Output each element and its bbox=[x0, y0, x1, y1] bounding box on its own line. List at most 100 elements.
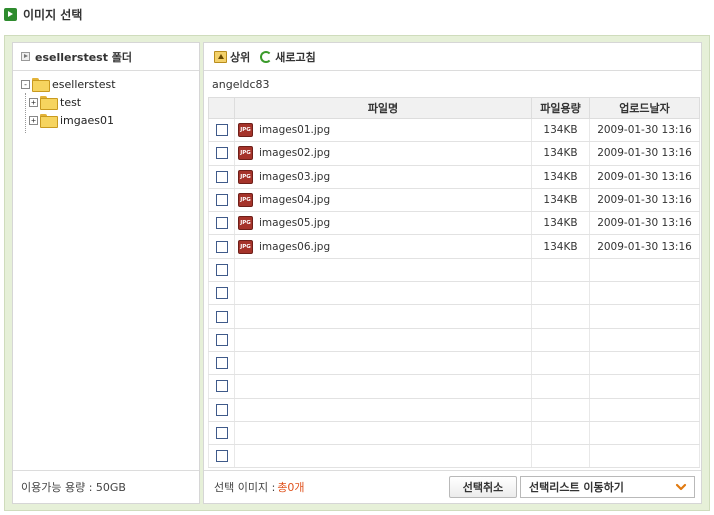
jpg-file-icon: JPG bbox=[238, 123, 253, 138]
folder-icon bbox=[40, 114, 58, 128]
row-checkbox[interactable] bbox=[215, 240, 228, 253]
table-row[interactable]: JPG images02.jpg 134KB 2009-01-30 13:16 bbox=[208, 141, 700, 166]
filesize-cell: 134KB bbox=[531, 141, 590, 166]
tree-item-esellerstest[interactable]: - esellerstest bbox=[13, 75, 199, 93]
folder-panel-title: esellerstest 폴더 bbox=[35, 50, 133, 64]
upload-date-cell: 2009-01-30 13:16 bbox=[589, 118, 700, 143]
jpg-file-icon: JPG bbox=[238, 216, 253, 231]
filename-text[interactable]: images03.jpg bbox=[259, 171, 330, 183]
filename-cell bbox=[234, 328, 532, 352]
upload-date-cell: 2009-01-30 13:16 bbox=[589, 141, 700, 166]
filename-text[interactable]: images01.jpg bbox=[259, 124, 330, 136]
header-upload-date[interactable]: 업로드날자 bbox=[589, 97, 700, 119]
tree-item-imgaes01[interactable]: + imgaes01 bbox=[13, 111, 199, 129]
table-row[interactable] bbox=[208, 281, 700, 306]
table-row[interactable] bbox=[208, 421, 700, 446]
filename-wrap: JPG images03.jpg bbox=[235, 169, 531, 184]
filename-cell bbox=[234, 304, 532, 329]
filename-wrap: JPG images01.jpg bbox=[235, 123, 531, 138]
selection-list-dropdown[interactable]: 선택리스트 이동하기 bbox=[520, 476, 695, 498]
table-row[interactable] bbox=[208, 304, 700, 329]
expand-icon[interactable]: + bbox=[29, 115, 38, 125]
row-checkbox-cell bbox=[208, 141, 235, 166]
row-checkbox[interactable] bbox=[215, 263, 228, 276]
filesize-cell: 134KB bbox=[531, 211, 590, 236]
header-filename[interactable]: 파일명 bbox=[234, 97, 532, 119]
header-filesize[interactable]: 파일용량 bbox=[531, 97, 590, 119]
row-checkbox[interactable] bbox=[215, 450, 228, 463]
up-button[interactable]: 상위 bbox=[214, 49, 250, 65]
table-row[interactable]: JPG images01.jpg 134KB 2009-01-30 13:16 bbox=[208, 118, 700, 143]
row-checkbox-cell bbox=[208, 328, 235, 352]
row-checkbox[interactable] bbox=[215, 357, 228, 370]
table-row[interactable] bbox=[208, 328, 700, 352]
row-checkbox[interactable] bbox=[215, 170, 228, 183]
table-row[interactable]: JPG images06.jpg 134KB 2009-01-30 13:16 bbox=[208, 234, 700, 259]
table-row[interactable] bbox=[208, 351, 700, 376]
filename-cell: JPG images01.jpg bbox=[234, 118, 532, 143]
filesize-cell: 134KB bbox=[531, 188, 590, 213]
file-panel: 상위 새로고침 angeldc83 파일명 파일용량 업로드날자 JPG imag… bbox=[203, 42, 702, 504]
upload-date-cell: 2009-01-30 13:16 bbox=[589, 234, 700, 259]
jpg-file-icon: JPG bbox=[238, 193, 253, 208]
title-arrow-icon bbox=[4, 7, 17, 21]
filesize-cell bbox=[531, 328, 590, 352]
row-checkbox-cell bbox=[208, 374, 235, 399]
chevron-down-icon bbox=[675, 483, 687, 491]
cancel-selection-button[interactable]: 선택취소 bbox=[449, 476, 517, 498]
tree-item-label[interactable]: esellerstest bbox=[52, 78, 116, 91]
row-checkbox-cell bbox=[208, 234, 235, 259]
filename-text[interactable]: images06.jpg bbox=[259, 241, 330, 253]
upload-date-cell bbox=[589, 351, 700, 376]
expand-icon[interactable]: + bbox=[29, 97, 38, 107]
table-row[interactable] bbox=[208, 444, 700, 469]
row-checkbox[interactable] bbox=[215, 287, 228, 300]
row-checkbox-cell bbox=[208, 188, 235, 213]
collapse-icon[interactable]: - bbox=[21, 79, 30, 89]
tree-item-test[interactable]: + test bbox=[13, 93, 199, 111]
filesize-cell bbox=[531, 304, 590, 329]
row-checkbox[interactable] bbox=[215, 380, 228, 393]
filename-text[interactable]: images04.jpg bbox=[259, 194, 330, 206]
upload-date-cell: 2009-01-30 13:16 bbox=[589, 188, 700, 213]
upload-date-cell bbox=[589, 444, 700, 469]
row-checkbox[interactable] bbox=[215, 194, 228, 207]
table-row[interactable]: JPG images03.jpg 134KB 2009-01-30 13:16 bbox=[208, 165, 700, 189]
tree-item-label[interactable]: test bbox=[60, 96, 81, 109]
file-table: 파일명 파일용량 업로드날자 JPG images01.jpg 134KB 2009-… bbox=[208, 97, 700, 469]
upload-date-cell bbox=[589, 398, 700, 422]
filename-text[interactable]: images05.jpg bbox=[259, 217, 330, 229]
jpg-file-icon: JPG bbox=[238, 239, 253, 254]
row-checkbox[interactable] bbox=[215, 403, 228, 416]
dialog-frame: esellerstest 폴더 - esellerstest + test + … bbox=[4, 35, 710, 511]
upload-date-cell bbox=[589, 304, 700, 329]
table-row[interactable] bbox=[208, 258, 700, 283]
refresh-button[interactable]: 새로고침 bbox=[260, 49, 316, 65]
row-checkbox[interactable] bbox=[215, 124, 228, 137]
row-checkbox-cell bbox=[208, 421, 235, 446]
up-folder-icon bbox=[214, 50, 227, 63]
page-title: 이미지 선택 bbox=[23, 7, 83, 22]
row-checkbox-cell bbox=[208, 165, 235, 189]
panel-arrow-icon bbox=[21, 52, 30, 61]
up-button-label: 상위 bbox=[230, 50, 251, 64]
row-checkbox[interactable] bbox=[215, 310, 228, 323]
row-checkbox[interactable] bbox=[215, 217, 228, 230]
row-checkbox[interactable] bbox=[215, 427, 228, 439]
upload-date-cell bbox=[589, 374, 700, 399]
upload-date-cell bbox=[589, 281, 700, 306]
table-row[interactable] bbox=[208, 398, 700, 422]
header-checkbox-column bbox=[208, 97, 235, 119]
table-row[interactable]: JPG images05.jpg 134KB 2009-01-30 13:16 bbox=[208, 211, 700, 236]
filename-text[interactable]: images02.jpg bbox=[259, 147, 330, 159]
row-checkbox[interactable] bbox=[215, 333, 228, 346]
filesize-cell bbox=[531, 374, 590, 399]
filename-wrap: JPG images05.jpg bbox=[235, 216, 531, 231]
row-checkbox[interactable] bbox=[215, 147, 228, 160]
table-row[interactable] bbox=[208, 374, 700, 399]
tree-item-label[interactable]: imgaes01 bbox=[60, 114, 114, 127]
row-checkbox-cell bbox=[208, 398, 235, 422]
upload-date-cell bbox=[589, 258, 700, 283]
filesize-cell bbox=[531, 281, 590, 306]
table-row[interactable]: JPG images04.jpg 134KB 2009-01-30 13:16 bbox=[208, 188, 700, 213]
